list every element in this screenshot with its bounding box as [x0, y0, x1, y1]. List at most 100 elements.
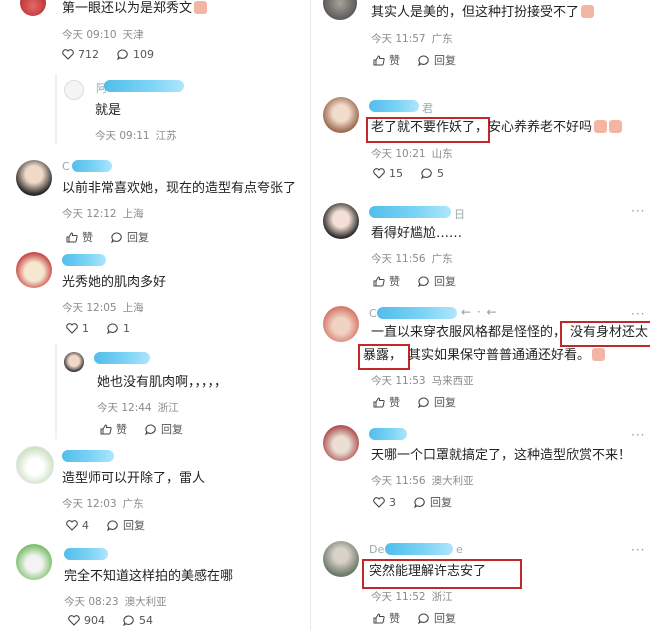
avatar[interactable]	[16, 160, 52, 196]
like-button[interactable]: 1	[66, 322, 89, 335]
reply-button[interactable]: 回复	[418, 394, 456, 410]
username-suffix: e	[456, 543, 463, 556]
comment-bubble-icon	[117, 49, 128, 60]
more-options-icon[interactable]: ···	[631, 428, 645, 442]
comment-text: 她也没有肌肉啊，，，，，	[97, 375, 228, 390]
more-options-icon[interactable]: ···	[631, 543, 645, 557]
username-redacted[interactable]	[369, 428, 407, 440]
like-button[interactable]: 3	[373, 496, 396, 509]
pig-emoji-icon	[581, 5, 595, 18]
avatar[interactable]	[16, 446, 54, 484]
comment-meta: 今天 11:52 浙江	[371, 591, 453, 603]
like-button[interactable]: 15	[373, 167, 403, 180]
username-prefix: C	[369, 307, 377, 320]
reply-button[interactable]: 回复	[418, 52, 456, 68]
reply-button[interactable]: 回复	[418, 273, 456, 289]
username-redacted[interactable]	[64, 548, 108, 560]
like-button[interactable]: 赞	[100, 421, 127, 437]
comment-meta: 今天 12:44 浙江	[97, 402, 179, 414]
pig-emoji-icon	[609, 120, 623, 133]
avatar[interactable]	[16, 544, 52, 580]
comment-text: 一直以来穿衣服风格都是怪怪的， 没有身材还太	[371, 325, 649, 340]
comment-meta: 今天 10:21 山东	[371, 148, 453, 160]
username-redacted[interactable]	[104, 80, 184, 92]
comment-text: 暴露， 其实如果保守普普通通还好看。	[363, 347, 606, 365]
thumbs-up-icon	[373, 612, 385, 623]
username-suffix: 君	[422, 102, 433, 115]
comment-meta: 今天 11:56 澳大利亚	[371, 475, 474, 487]
username-redacted[interactable]	[385, 543, 453, 555]
more-options-icon[interactable]: ···	[631, 204, 645, 218]
pig-emoji-icon	[594, 120, 608, 133]
thumbs-up-icon	[66, 231, 78, 242]
comment-text: 其实人是美的，但这种打扮接受不了	[371, 4, 595, 22]
comment-text: 突然能理解许志安了	[369, 564, 487, 579]
comment-bubble-icon	[418, 275, 429, 287]
comment-bubble-icon	[418, 612, 429, 624]
comment-meta: 今天 09:11 江苏	[95, 130, 177, 142]
reply-button[interactable]: 回复	[145, 421, 183, 437]
avatar[interactable]	[323, 306, 359, 342]
reply-button[interactable]: 109	[117, 48, 154, 61]
comment-text: 第一眼还以为是郑秀文	[62, 0, 208, 18]
comment-meta: 今天 12:03 广东	[62, 498, 144, 510]
username-redacted[interactable]	[62, 254, 106, 266]
comment-text: 以前非常喜欢她，现在的造型有点夸张了	[62, 181, 297, 196]
reply-thread-line	[55, 74, 57, 144]
heart-icon	[62, 49, 74, 60]
reply-button[interactable]: 54	[123, 614, 153, 627]
comment-meta: 今天 12:05 上海	[62, 302, 144, 314]
like-button[interactable]: 赞	[66, 229, 93, 245]
reply-button[interactable]: 回复	[111, 229, 149, 245]
username-redacted[interactable]	[72, 160, 112, 172]
avatar[interactable]	[64, 352, 84, 372]
reply-button[interactable]: 回复	[414, 494, 452, 510]
avatar[interactable]	[323, 97, 359, 133]
username-redacted[interactable]	[369, 206, 451, 218]
like-button[interactable]: 904	[68, 614, 105, 627]
avatar[interactable]	[20, 0, 46, 16]
comment-actions: 15 5	[373, 167, 444, 180]
comment-bubble-icon	[421, 168, 432, 179]
comment-meta: 今天 11:56 广东	[371, 253, 453, 265]
comment-text: 看得好尴尬……	[371, 226, 463, 241]
comment-bubble-icon	[107, 519, 118, 531]
comment-actions: 3 回复	[373, 494, 452, 510]
heart-icon	[68, 615, 80, 626]
heart-icon	[66, 323, 78, 334]
avatar[interactable]	[323, 0, 357, 20]
avatar[interactable]	[323, 425, 359, 461]
comment-meta: 今天 12:12 上海	[62, 208, 144, 220]
avatar[interactable]	[64, 80, 84, 100]
comment-meta: 今天 08:23 澳大利亚	[64, 596, 167, 608]
username-redacted[interactable]	[377, 307, 457, 319]
comment-actions: 1 1	[66, 322, 130, 335]
username-redacted[interactable]	[94, 352, 150, 364]
like-button[interactable]: 4	[66, 519, 89, 532]
more-options-icon[interactable]: ···	[631, 307, 645, 321]
reply-button[interactable]: 回复	[107, 517, 145, 533]
like-button[interactable]: 赞	[373, 394, 400, 410]
forward-arrows-icon: ← · ←	[461, 305, 498, 319]
like-button[interactable]: 赞	[373, 52, 400, 68]
heart-icon	[373, 496, 385, 508]
comment-text: 造型师可以开除了，雷人	[62, 471, 206, 486]
comment-bubble-icon	[418, 54, 429, 66]
heart-icon	[66, 519, 78, 531]
avatar[interactable]	[323, 203, 359, 239]
reply-button[interactable]: 5	[421, 167, 444, 180]
avatar[interactable]	[323, 541, 359, 577]
username-redacted[interactable]	[369, 100, 419, 112]
comment-actions: 赞 回复	[373, 610, 456, 626]
username-redacted[interactable]	[62, 450, 114, 462]
comment-bubble-icon	[145, 423, 156, 435]
thumbs-up-icon	[373, 54, 385, 65]
avatar[interactable]	[16, 252, 52, 288]
username-prefix: C	[62, 160, 70, 173]
comment-meta: 今天 11:57 广东	[371, 33, 453, 45]
like-button[interactable]: 赞	[373, 273, 400, 289]
like-button[interactable]: 赞	[373, 610, 400, 626]
reply-button[interactable]: 回复	[418, 610, 456, 626]
like-button[interactable]: 712	[62, 48, 99, 61]
reply-button[interactable]: 1	[107, 322, 130, 335]
